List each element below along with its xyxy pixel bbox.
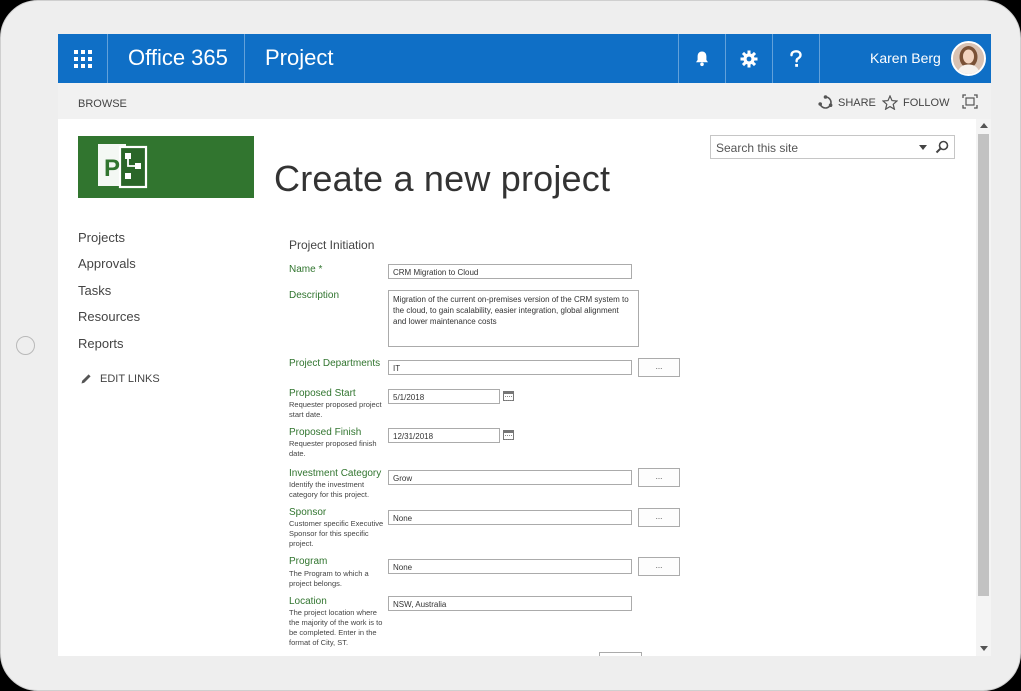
finish-label: Proposed Finish xyxy=(289,427,362,438)
program-field[interactable]: None xyxy=(388,559,632,574)
location-label: Location xyxy=(289,596,327,607)
user-name[interactable]: Karen Berg xyxy=(870,50,941,66)
finish-date-field[interactable]: 12/31/2018 xyxy=(388,428,500,443)
nav-item-projects[interactable]: Projects xyxy=(78,230,125,245)
avatar[interactable] xyxy=(951,41,986,76)
scrollbar-thumb[interactable] xyxy=(978,134,989,596)
share-label: SHARE xyxy=(838,96,876,109)
sponsor-field[interactable]: None xyxy=(388,510,632,525)
calendar-icon[interactable] xyxy=(503,430,514,440)
svg-text:P: P xyxy=(104,155,120,182)
follow-label: FOLLOW xyxy=(903,96,950,109)
departments-field[interactable]: IT xyxy=(388,360,632,375)
departments-browse-button[interactable]: ... xyxy=(638,358,680,377)
divider xyxy=(107,34,108,83)
departments-label: Project Departments xyxy=(289,358,381,369)
nav-item-resources[interactable]: Resources xyxy=(78,309,140,324)
nav-item-approvals[interactable]: Approvals xyxy=(78,256,136,271)
share-icon xyxy=(818,95,833,109)
search-box[interactable]: Search this site xyxy=(710,135,955,159)
browse-tab[interactable]: BROWSE xyxy=(78,98,127,110)
app-launcher-icon[interactable] xyxy=(58,34,107,83)
suite-bar: Office 365 Project Karen Berg xyxy=(58,34,991,83)
name-field[interactable]: CRM Migration to Cloud xyxy=(388,264,632,279)
name-label: Name * xyxy=(289,264,323,275)
app-title[interactable]: Project xyxy=(265,45,333,71)
tablet-home-button[interactable] xyxy=(16,336,35,355)
program-label: Program xyxy=(289,556,328,567)
program-browse-button[interactable]: ... xyxy=(638,557,680,576)
investment-field[interactable]: Grow xyxy=(388,470,632,485)
search-scope-dropdown-icon[interactable] xyxy=(919,145,927,150)
edit-links-label: EDIT LINKS xyxy=(100,373,160,385)
next-field-partial[interactable] xyxy=(599,652,642,656)
edit-links-button[interactable]: EDIT LINKS xyxy=(80,373,160,385)
finish-description: Requester proposed finish date. xyxy=(289,439,377,458)
gear-icon[interactable] xyxy=(726,34,772,83)
nav-item-reports[interactable]: Reports xyxy=(78,336,124,351)
star-icon xyxy=(882,95,898,110)
focus-mode-icon[interactable] xyxy=(962,94,978,109)
investment-browse-button[interactable]: ... xyxy=(638,468,680,487)
pencil-icon xyxy=(81,374,91,384)
calendar-icon[interactable] xyxy=(503,391,514,401)
follow-button[interactable]: FOLLOW xyxy=(882,95,949,110)
start-description: Requester proposed project start date. xyxy=(289,400,382,419)
scroll-down-icon[interactable] xyxy=(980,646,988,651)
description-label: Description xyxy=(289,290,340,301)
sponsor-browse-button[interactable]: ... xyxy=(638,508,680,527)
scroll-up-icon[interactable] xyxy=(980,123,988,128)
nav-item-tasks[interactable]: Tasks xyxy=(78,283,111,298)
location-description: The project location where the majority … xyxy=(289,608,383,647)
location-field[interactable]: NSW, Australia xyxy=(388,596,632,611)
sponsor-label: Sponsor xyxy=(289,507,327,518)
bell-icon[interactable] xyxy=(679,34,725,83)
section-title: Project Initiation xyxy=(289,238,375,252)
divider xyxy=(244,34,245,83)
divider xyxy=(819,34,820,83)
screen: Office 365 Project Karen Berg BROWSE SHA… xyxy=(58,34,991,656)
investment-description: Identify the investment category for thi… xyxy=(289,480,370,499)
site-logo[interactable]: P xyxy=(78,136,254,198)
program-description: The Program to which a project belongs. xyxy=(289,569,369,588)
start-label: Proposed Start xyxy=(289,388,356,399)
share-button[interactable]: SHARE xyxy=(818,95,876,110)
description-field[interactable]: Migration of the current on-premises ver… xyxy=(388,290,639,347)
investment-label: Investment Category xyxy=(289,468,382,479)
help-icon[interactable] xyxy=(773,34,819,83)
start-date-field[interactable]: 5/1/2018 xyxy=(388,389,500,404)
sponsor-description: Customer specific Executive Sponsor for … xyxy=(289,519,384,548)
page-title: Create a new project xyxy=(274,158,611,199)
brand-title[interactable]: Office 365 xyxy=(128,45,228,71)
ribbon: BROWSE SHARE FOLLOW xyxy=(58,83,991,119)
search-icon[interactable] xyxy=(935,140,949,154)
search-input[interactable]: Search this site xyxy=(716,141,798,155)
